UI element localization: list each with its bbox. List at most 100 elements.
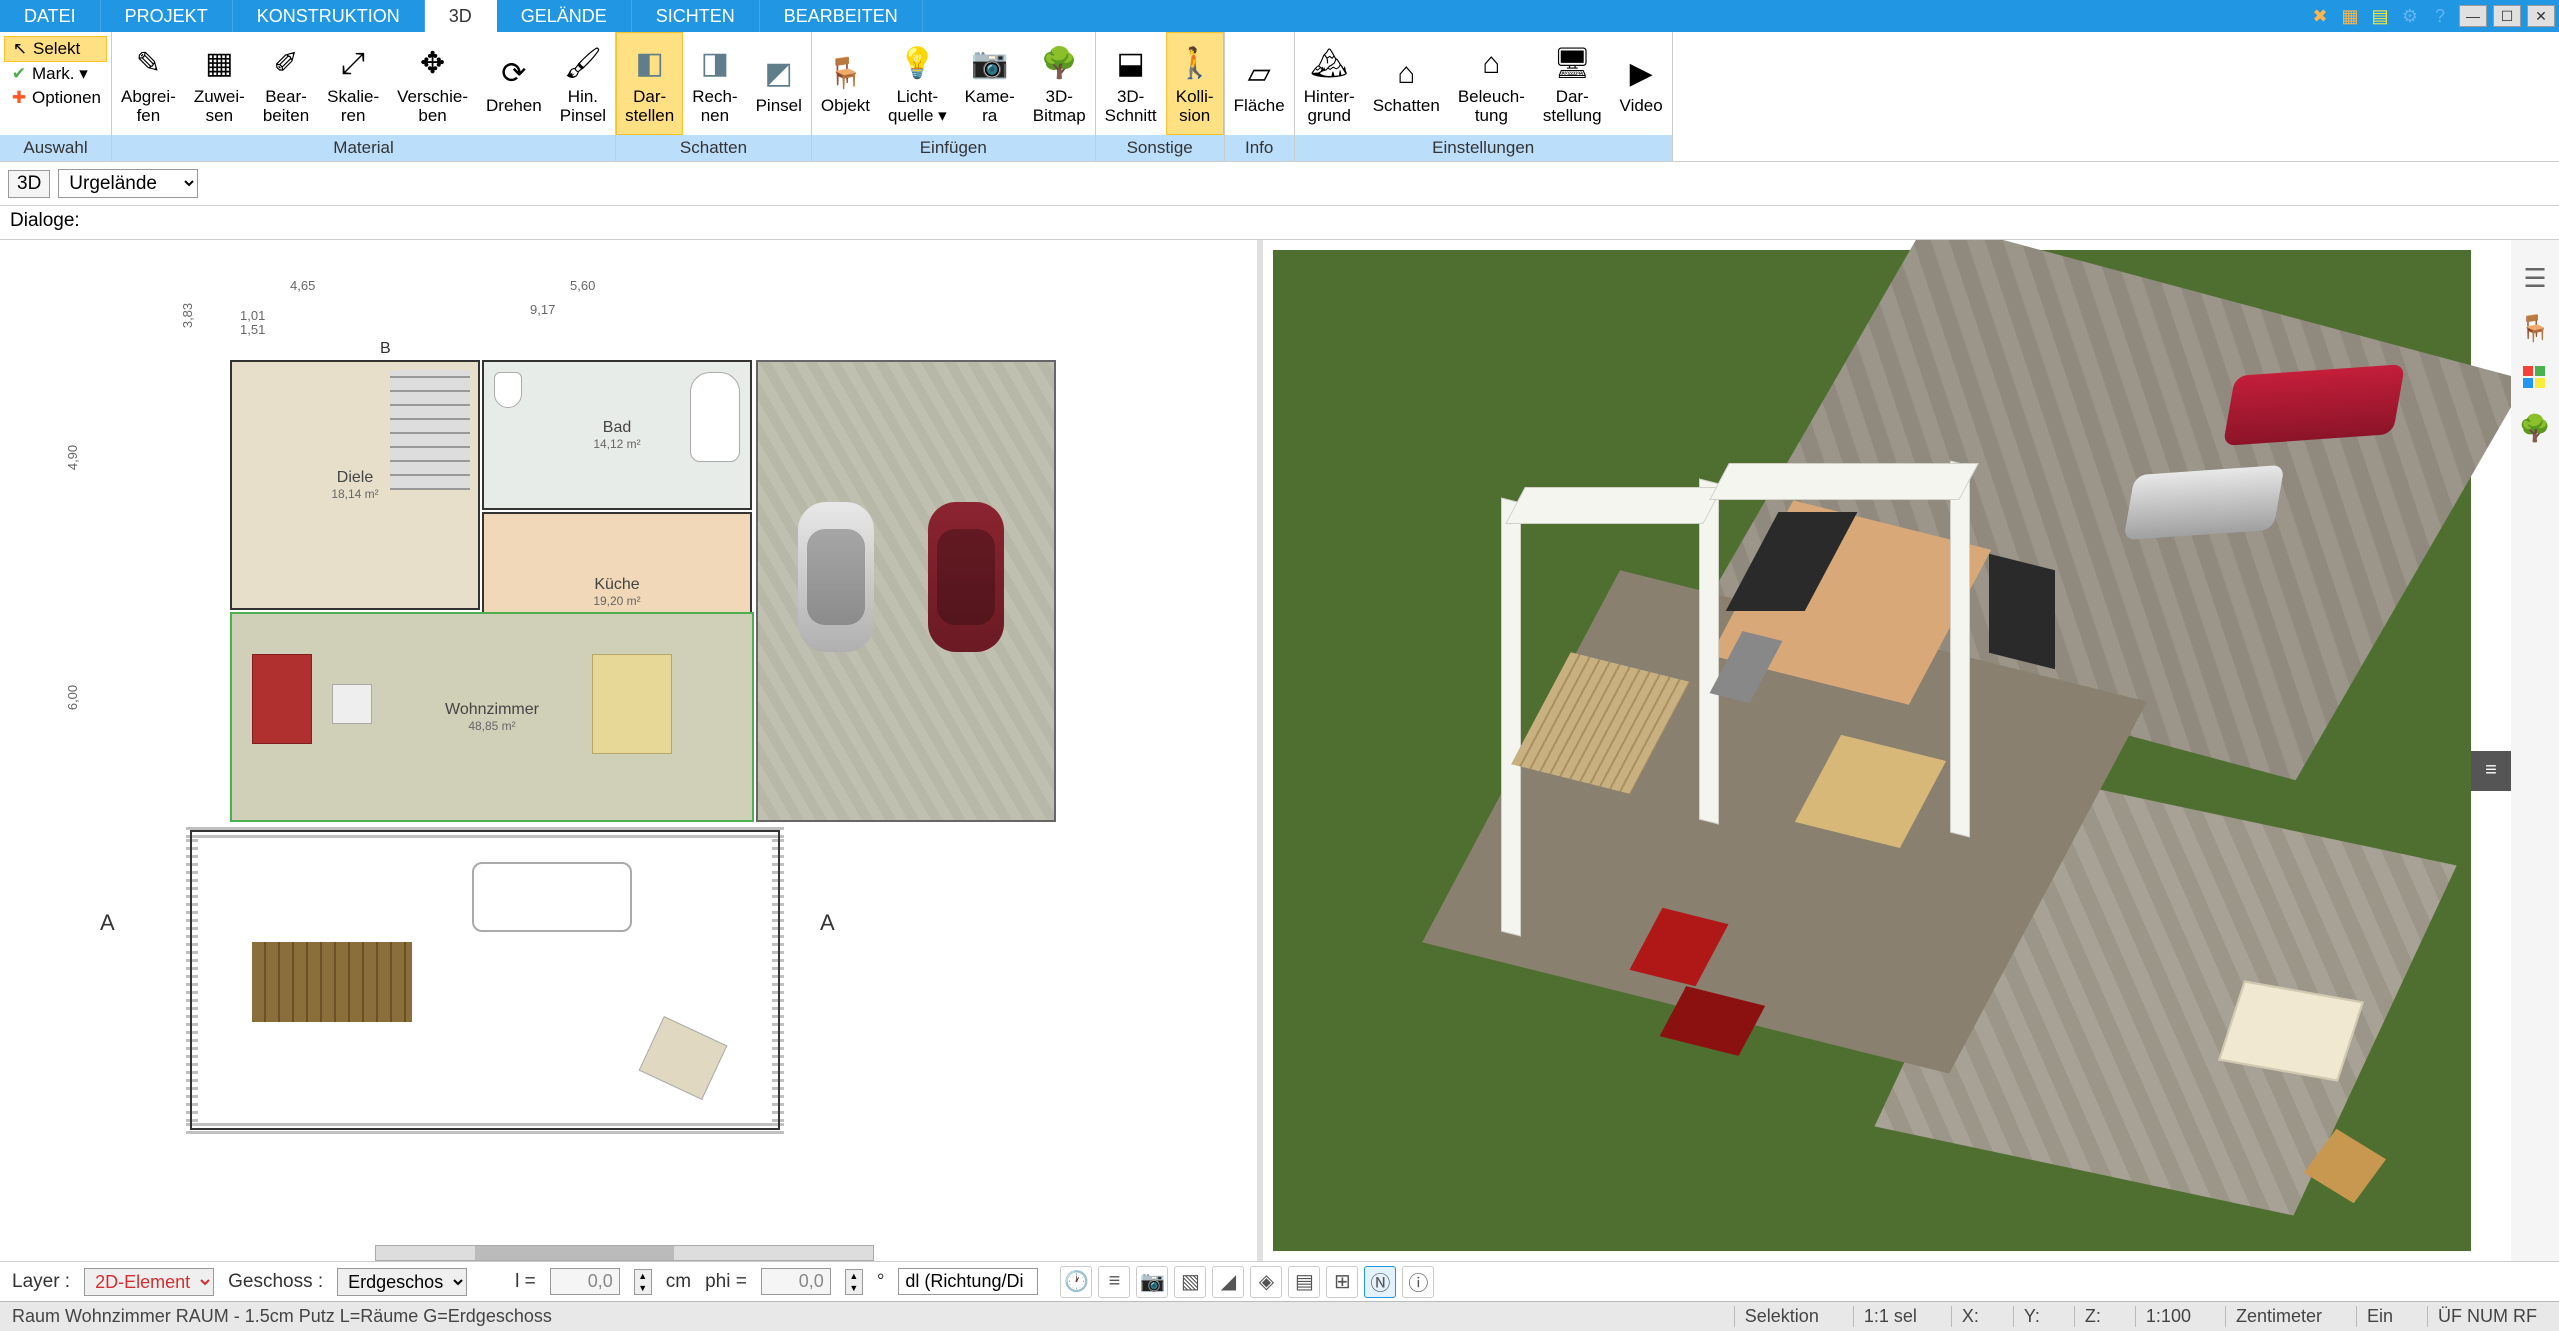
layers-icon[interactable]: ▧ (1174, 1266, 1206, 1298)
hinpinsel-button[interactable]: 🖌Hin.Pinsel (551, 32, 615, 135)
l-spinner[interactable]: ▲▼ (634, 1269, 652, 1295)
lichtquelle-button[interactable]: 💡Licht-quelle ▾ (879, 32, 956, 135)
view-3d[interactable]: ≡ (1263, 240, 2512, 1261)
room-diele[interactable]: Diele 18,14 m² (230, 360, 480, 610)
horizontal-scrollbar[interactable] (375, 1245, 874, 1261)
tool-icon[interactable]: ✖ (2307, 3, 2333, 29)
status-y: Y: (2013, 1306, 2050, 1327)
eyedropper-icon: ✎ (128, 44, 168, 84)
3d-schnitt-button[interactable]: ⬓3D-Schnitt (1096, 32, 1166, 135)
darstellung-button[interactable]: 🖥Dar-stellung (1534, 32, 1611, 135)
dl-input[interactable] (898, 1268, 1038, 1295)
align-icon[interactable]: ≡ (1098, 1266, 1130, 1298)
options-button[interactable]: ✚Optionen (4, 86, 107, 110)
group-label-auswahl: Auswahl (0, 135, 111, 161)
objekt-button[interactable]: 🪑Objekt (812, 32, 879, 135)
status-scale: 1:100 (2135, 1306, 2201, 1327)
phi-spinner[interactable]: ▲▼ (845, 1269, 863, 1295)
edit-icon: ✐ (266, 44, 306, 84)
layers2-icon[interactable]: ◈ (1250, 1266, 1282, 1298)
l-unit: cm (666, 1271, 691, 1293)
schatten-button[interactable]: ⌂Schatten (1364, 32, 1449, 135)
garden-area (190, 830, 780, 1130)
kamera-button[interactable]: 📷Kame-ra (956, 32, 1024, 135)
stairs-icon (390, 370, 470, 490)
north-icon[interactable]: Ⓝ (1364, 1266, 1396, 1298)
landscape-icon: 🏔 (1309, 44, 1349, 84)
section-mark-a: A (100, 910, 115, 936)
table-icon (332, 684, 372, 724)
beleuchtung-button[interactable]: ⌂Beleuch-tung (1449, 32, 1534, 135)
layer-label: Layer : (12, 1271, 70, 1293)
ribbon-group-auswahl: ↖Selekt ✔Mark. ▾ ✚Optionen Auswahl (0, 32, 112, 161)
toilet-icon (494, 372, 522, 408)
setsquare-icon[interactable]: ◢ (1212, 1266, 1244, 1298)
status-left: Raum Wohnzimmer RAUM - 1.5cm Putz L=Räum… (12, 1306, 552, 1327)
sofa-icon (252, 654, 312, 744)
3d-canvas[interactable] (1273, 250, 2472, 1251)
stack-icon[interactable]: ▤ (1288, 1266, 1320, 1298)
help-icon[interactable]: ? (2427, 3, 2453, 29)
abgreifen-button[interactable]: ✎Abgrei-fen (112, 32, 185, 135)
status-selektion: Selektion (1734, 1306, 1829, 1327)
side-panel-toggle[interactable]: ≡ (2471, 751, 2511, 791)
dining-table-icon (592, 654, 672, 754)
minimize-button[interactable]: — (2459, 5, 2487, 27)
parking-area (756, 360, 1056, 822)
view-2d[interactable]: Diele 18,14 m² Bad 14,12 m² Küche 19,20 … (0, 240, 1257, 1261)
bearbeiten-button[interactable]: ✐Bear-beiten (254, 32, 318, 135)
grid-icon[interactable]: ⊞ (1326, 1266, 1358, 1298)
layer-select[interactable]: 2D-Element (84, 1268, 214, 1296)
check-icon: ✔ (10, 65, 28, 83)
floor-select[interactable]: Erdgeschoss (337, 1268, 467, 1296)
terrain-select[interactable]: Urgelände (58, 169, 198, 198)
menu-gelaende[interactable]: GELÄNDE (497, 0, 632, 32)
rotate-button[interactable]: ⟳Drehen (477, 32, 551, 135)
move-button[interactable]: ✥Verschie-ben (388, 32, 477, 135)
dim-text: 9,17 (530, 302, 555, 317)
pinsel-button[interactable]: ◩Pinsel (747, 32, 811, 135)
3d-bitmap-button[interactable]: 🌳3D-Bitmap (1024, 32, 1095, 135)
pin-icon[interactable]: ▦ (2337, 3, 2363, 29)
select-button[interactable]: ↖Selekt (4, 36, 107, 62)
menu-datei[interactable]: DATEI (0, 0, 101, 32)
layers-tool-icon[interactable]: ☰ (2517, 260, 2553, 296)
room-wohnzimmer[interactable]: Wohnzimmer 48,85 m² (230, 612, 754, 822)
note-icon[interactable]: ▤ (2367, 3, 2393, 29)
menu-konstruktion[interactable]: KONSTRUKTION (233, 0, 425, 32)
menu-3d[interactable]: 3D (425, 0, 497, 32)
flaeche-button[interactable]: ▱Fläche (1225, 32, 1294, 135)
zuweisen-button[interactable]: ▦Zuwei-sen (185, 32, 254, 135)
move-icon: ✥ (413, 44, 453, 84)
dialoge-bar: Dialoge: (0, 206, 2559, 240)
status-bar: Raum Wohnzimmer RAUM - 1.5cm Putz L=Räum… (0, 1301, 2559, 1331)
monitor-icon: 🖥 (1552, 44, 1592, 84)
l-input[interactable] (550, 1268, 620, 1295)
side-toolbar: ☰ 🪑 🌳 (2511, 240, 2559, 1261)
info-icon[interactable]: ⓘ (1402, 1266, 1434, 1298)
brush-icon: 🖌 (563, 44, 603, 84)
phi-input[interactable] (761, 1268, 831, 1295)
menu-projekt[interactable]: PROJEKT (101, 0, 233, 32)
menu-sichten[interactable]: SICHTEN (632, 0, 760, 32)
room-bad[interactable]: Bad 14,12 m² (482, 360, 752, 510)
scale-button[interactable]: ⤢Skalie-ren (318, 32, 388, 135)
rechnen-button[interactable]: ◨Rech-nen (683, 32, 746, 135)
maximize-button[interactable]: ☐ (2493, 5, 2521, 27)
clock-icon[interactable]: 🕐 (1060, 1266, 1092, 1298)
mark-button[interactable]: ✔Mark. ▾ (4, 62, 107, 86)
kollision-button[interactable]: 🚶Kolli-sion (1166, 32, 1224, 135)
title-icons: ✖ ▦ ▤ ⚙ ? — ☐ ✕ (2307, 0, 2559, 32)
tree-tool-icon[interactable]: 🌳 (2517, 410, 2553, 446)
video-button[interactable]: ▶Video (1611, 32, 1672, 135)
darstellen-button[interactable]: ◧Dar-stellen (616, 32, 683, 135)
menu-bearbeiten[interactable]: BEARBEITEN (760, 0, 923, 32)
hintergrund-button[interactable]: 🏔Hinter-grund (1295, 32, 1364, 135)
section-mark-b: B (380, 340, 391, 358)
house-light-icon: ⌂ (1471, 44, 1511, 84)
settings-icon[interactable]: ⚙ (2397, 3, 2423, 29)
camera2-icon[interactable]: 📷 (1136, 1266, 1168, 1298)
palette-tool-icon[interactable] (2517, 360, 2553, 396)
close-button[interactable]: ✕ (2527, 5, 2555, 27)
furniture-tool-icon[interactable]: 🪑 (2517, 310, 2553, 346)
